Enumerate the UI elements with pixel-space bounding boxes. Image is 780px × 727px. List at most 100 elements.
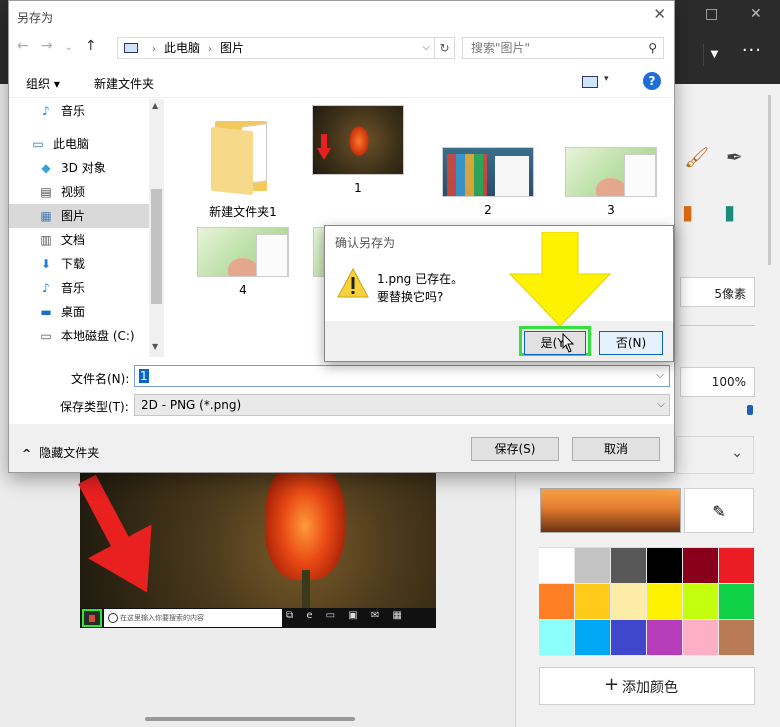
breadcrumb-this-pc[interactable]: 此电脑 bbox=[164, 41, 200, 55]
nav-item[interactable]: ♪ 音乐 bbox=[9, 99, 149, 123]
palette-swatch[interactable] bbox=[611, 584, 647, 620]
video-icon: ▤ bbox=[40, 185, 52, 199]
image-thumbnail bbox=[442, 147, 534, 197]
palette-swatch[interactable] bbox=[719, 620, 755, 656]
palette-swatch[interactable] bbox=[539, 548, 575, 584]
warning-icon bbox=[337, 268, 369, 298]
palette-swatch[interactable] bbox=[719, 548, 755, 584]
nav-item[interactable]: ◆ 3D 对象 bbox=[9, 156, 149, 180]
confirm-question: 要替换它吗? bbox=[377, 290, 444, 304]
horizontal-scrollbar[interactable] bbox=[145, 717, 355, 721]
nav-item[interactable]: ▥ 文档 bbox=[9, 228, 149, 252]
nav-item-label: 下载 bbox=[61, 257, 86, 271]
download-icon: ⬇ bbox=[40, 257, 52, 271]
nav-item-label: 视频 bbox=[61, 185, 86, 199]
folder-item[interactable]: 新建文件夹1 bbox=[195, 105, 291, 220]
address-bar[interactable]: › 此电脑 › 图片 ⌵ ↻ bbox=[117, 37, 455, 59]
palette-swatch[interactable] bbox=[683, 620, 719, 656]
current-color-swatch[interactable] bbox=[540, 488, 681, 533]
navigation-pane: ♪ 音乐 ▭ 此电脑 ◆ 3D 对象 ▤ 视频 ▦ 图片 ▥ 文档 ⬇ 下载 ♪ 音乐 ▬ 桌面 ▭ 本地磁盘 (C:… bbox=[9, 99, 164, 357]
close-icon[interactable]: ✕ bbox=[750, 6, 762, 22]
eyedropper-button[interactable]: ✎ bbox=[684, 488, 754, 533]
nav-item[interactable]: ▤ 视频 bbox=[9, 180, 149, 204]
file-item[interactable]: 2 bbox=[440, 147, 536, 217]
panel-scrollbar[interactable] bbox=[768, 95, 771, 265]
recent-dropdown-icon[interactable]: ⌄ bbox=[64, 42, 72, 53]
palette-swatch[interactable] bbox=[683, 548, 719, 584]
spray-can-icon[interactable]: ▮ bbox=[682, 200, 693, 224]
opacity-slider-thumb[interactable] bbox=[747, 405, 753, 415]
document-icon: ▥ bbox=[40, 233, 52, 247]
scroll-up-icon[interactable]: ▲ bbox=[152, 101, 158, 110]
no-button[interactable]: 否(N) bbox=[599, 331, 663, 355]
brush-icon[interactable]: 🖌 bbox=[684, 145, 709, 169]
palette-swatch[interactable] bbox=[575, 584, 611, 620]
filetype-select[interactable]: 2D - PNG (*.png) ⌵ bbox=[134, 394, 670, 416]
palette-swatch[interactable] bbox=[611, 620, 647, 656]
pen-icon[interactable]: ✒ bbox=[726, 145, 743, 169]
palette-swatch[interactable] bbox=[683, 584, 719, 620]
more-menu-button[interactable]: ··· bbox=[742, 40, 762, 61]
brush-dropdown[interactable]: ⌄ bbox=[676, 436, 754, 474]
chevron-down-icon[interactable]: ⌵ bbox=[655, 366, 665, 386]
nav-pane-scrollbar[interactable]: ▲ ▼ bbox=[149, 99, 164, 357]
palette-swatch[interactable] bbox=[647, 620, 683, 656]
pictures-icon: ▦ bbox=[40, 209, 52, 223]
nav-item[interactable]: ▬ 桌面 bbox=[9, 300, 149, 324]
opacity-field[interactable]: 100% bbox=[680, 367, 755, 397]
nav-item[interactable]: ♪ 音乐 bbox=[9, 276, 149, 300]
save-button[interactable]: 保存(S) bbox=[471, 437, 559, 461]
cancel-button[interactable]: 取消 bbox=[572, 437, 660, 461]
file-item[interactable]: 1 bbox=[310, 105, 406, 195]
palette-swatch[interactable] bbox=[575, 548, 611, 584]
maximize-icon[interactable]: □ bbox=[705, 6, 718, 22]
eyedropper-icon: ✎ bbox=[712, 502, 726, 521]
chevron-down-icon[interactable]: ▼ bbox=[703, 44, 725, 66]
nav-item[interactable]: ▭ 此电脑 bbox=[9, 132, 149, 156]
close-icon[interactable]: ✕ bbox=[653, 5, 666, 23]
nav-item-label: 音乐 bbox=[61, 281, 86, 295]
palette-swatch[interactable] bbox=[719, 584, 755, 620]
filename-input[interactable]: 1 ⌵ bbox=[134, 365, 670, 387]
file-name: 4 bbox=[239, 283, 247, 297]
palette-swatch[interactable] bbox=[647, 584, 683, 620]
nav-item-label: 此电脑 bbox=[53, 137, 90, 151]
color-palette bbox=[539, 547, 755, 656]
yes-button[interactable]: 是(Y) bbox=[524, 331, 586, 355]
filetype-label: 保存类型(T): bbox=[60, 400, 129, 414]
fill-bucket-icon[interactable]: ▮ bbox=[724, 200, 735, 224]
palette-swatch[interactable] bbox=[575, 620, 611, 656]
hide-folders-toggle[interactable]: 隐藏文件夹 bbox=[22, 444, 99, 461]
nav-item[interactable]: ⬇ 下载 bbox=[9, 252, 149, 276]
nav-item[interactable]: ▭ 本地磁盘 (C:) bbox=[9, 324, 149, 348]
chevron-down-icon[interactable]: ⌵ bbox=[422, 38, 430, 58]
palette-swatch[interactable] bbox=[611, 548, 647, 584]
breadcrumb-pictures[interactable]: 图片 bbox=[220, 41, 244, 55]
search-input[interactable]: 搜索"图片" ⚲ bbox=[462, 37, 664, 59]
help-icon[interactable]: ? bbox=[643, 72, 661, 90]
palette-swatch[interactable] bbox=[539, 584, 575, 620]
back-icon[interactable]: ← bbox=[17, 38, 29, 54]
file-name: 新建文件夹1 bbox=[209, 205, 277, 219]
nav-item[interactable]: ▦ 图片 bbox=[9, 204, 149, 228]
up-icon[interactable]: ↑ bbox=[85, 38, 97, 54]
organize-menu[interactable]: 组织 ▾ bbox=[26, 75, 60, 92]
chevron-down-icon: ⌄ bbox=[731, 445, 743, 461]
scroll-down-icon[interactable]: ▼ bbox=[152, 342, 158, 351]
add-color-button[interactable]: 添加颜色 bbox=[539, 667, 755, 705]
confirm-title: 确认另存为 bbox=[335, 236, 396, 250]
cube-icon: ◆ bbox=[41, 161, 51, 175]
palette-swatch[interactable] bbox=[647, 548, 683, 584]
nav-buttons: ← → ⌄ ↑ bbox=[17, 38, 109, 54]
file-name: 3 bbox=[607, 203, 615, 217]
refresh-icon[interactable]: ↻ bbox=[434, 38, 454, 58]
file-item[interactable]: 3 bbox=[563, 147, 659, 217]
file-item[interactable]: 4 bbox=[195, 227, 291, 297]
forward-icon[interactable]: → bbox=[41, 38, 53, 54]
nav-item-label: 文档 bbox=[61, 233, 86, 247]
new-folder-button[interactable]: 新建文件夹 bbox=[94, 75, 154, 92]
view-options-button[interactable]: ▾ bbox=[582, 73, 616, 89]
brush-size-field[interactable]: 5像素 bbox=[680, 277, 755, 307]
dialog-toolbar: 组织 ▾ 新建文件夹 ▾ ? bbox=[9, 66, 674, 98]
palette-swatch[interactable] bbox=[539, 620, 575, 656]
